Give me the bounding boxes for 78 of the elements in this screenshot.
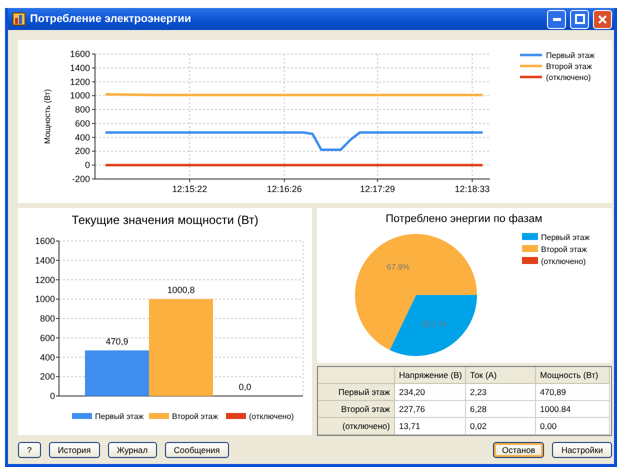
minimize-button[interactable] <box>547 10 566 28</box>
x-tick-label: 12:15:22 <box>172 184 208 194</box>
column-header: Мощность (Вт) <box>536 367 610 384</box>
legend-label: Второй этаж <box>546 62 592 71</box>
table-cell: 13,71 <box>395 418 466 435</box>
y-tick-label: 400 <box>40 352 55 362</box>
table-cell: 1000.84 <box>536 401 610 418</box>
y-axis-title: Мощность (Вт) <box>43 89 52 144</box>
legend-label: Второй этаж <box>541 245 587 254</box>
y-tick-label: 1400 <box>34 255 55 266</box>
row-header: (отключено) <box>318 418 395 435</box>
window-title: Потребление электроэнергии <box>30 12 192 27</box>
close-button[interactable] <box>593 10 612 28</box>
bar-value-label: 1000,8 <box>167 285 195 296</box>
y-tick-label: -200 <box>72 174 90 184</box>
y-tick-label: 1000 <box>34 294 55 304</box>
legend-label: Второй этаж <box>172 412 218 421</box>
legend-swatch <box>520 76 542 78</box>
chart-title: Потреблено энергии по фазам <box>386 213 542 225</box>
legend-label: Первый этаж <box>546 51 595 60</box>
legend-swatch <box>522 233 538 240</box>
y-tick-label: 600 <box>74 118 90 128</box>
y-tick-label: 200 <box>40 372 55 382</box>
legend-swatch <box>522 257 538 264</box>
table-cell: 470,89 <box>536 384 610 401</box>
legend-swatch <box>520 64 542 68</box>
legend-label: Первый этаж <box>541 233 590 242</box>
dialog-button[interactable]: История <box>48 442 100 458</box>
table-cell: 227,76 <box>395 401 466 418</box>
y-tick-label: 1000 <box>70 90 90 101</box>
table-cell: 0,02 <box>466 418 536 435</box>
legend-swatch <box>522 245 538 252</box>
maximize-button[interactable] <box>570 10 589 28</box>
y-tick-label: 200 <box>74 146 90 156</box>
help-button[interactable]: ? <box>18 442 41 458</box>
y-tick-label: 800 <box>40 314 55 324</box>
table-cell: 6,28 <box>466 401 536 418</box>
app-icon <box>12 12 26 26</box>
y-tick-label: 1600 <box>34 236 55 246</box>
legend-swatch <box>72 413 92 419</box>
y-tick-label: 400 <box>74 132 90 142</box>
y-tick-label: 1200 <box>34 274 55 285</box>
table-cell: 234,20 <box>395 384 466 401</box>
legend-swatch <box>520 54 542 56</box>
y-tick-label: 0 <box>84 160 90 170</box>
dialog-button[interactable]: Останов <box>492 442 544 458</box>
x-tick-label: 12:16:26 <box>266 184 302 194</box>
x-tick-label: 12:18:33 <box>454 184 490 194</box>
dialog-button[interactable]: Сообщения <box>164 442 229 458</box>
column-header: Ток (А) <box>466 367 536 384</box>
x-tick-label: 12:17:29 <box>360 184 396 194</box>
legend-label: (отключено) <box>249 412 294 421</box>
y-tick-label: 1400 <box>70 62 90 73</box>
legend-label: Первый этаж <box>95 412 144 421</box>
row-header: Второй этаж <box>318 401 395 418</box>
legend-label: (отключено) <box>541 257 586 266</box>
column-header: Напряжение (В) <box>395 367 466 384</box>
close-icon <box>598 14 607 24</box>
bar-value-label: 0,0 <box>238 382 252 392</box>
slice-label: 67.9% <box>386 262 410 272</box>
maximize-icon <box>574 14 584 24</box>
y-tick-label: 0 <box>50 391 55 401</box>
minimize-icon <box>552 18 560 20</box>
table-cell: 2,23 <box>466 384 536 401</box>
y-tick-label: 1200 <box>70 76 90 87</box>
y-tick-label: 1600 <box>70 49 90 59</box>
bar-value-label: 470,9 <box>106 336 128 346</box>
dialog-button[interactable]: Журнал <box>108 442 157 458</box>
legend-swatch <box>226 413 246 419</box>
table-cell: 0,00 <box>536 418 610 435</box>
dialog-button[interactable]: Настройки <box>552 442 612 458</box>
legend-label: (отключено) <box>546 73 591 82</box>
chart-title: Текущие значения мощности (Вт) <box>72 213 258 227</box>
slice-label: 32.1 % <box>421 319 446 328</box>
y-tick-label: 600 <box>40 332 55 343</box>
legend-swatch <box>149 413 169 419</box>
y-tick-label: 800 <box>74 104 90 115</box>
row-header: Первый этаж <box>318 384 395 401</box>
